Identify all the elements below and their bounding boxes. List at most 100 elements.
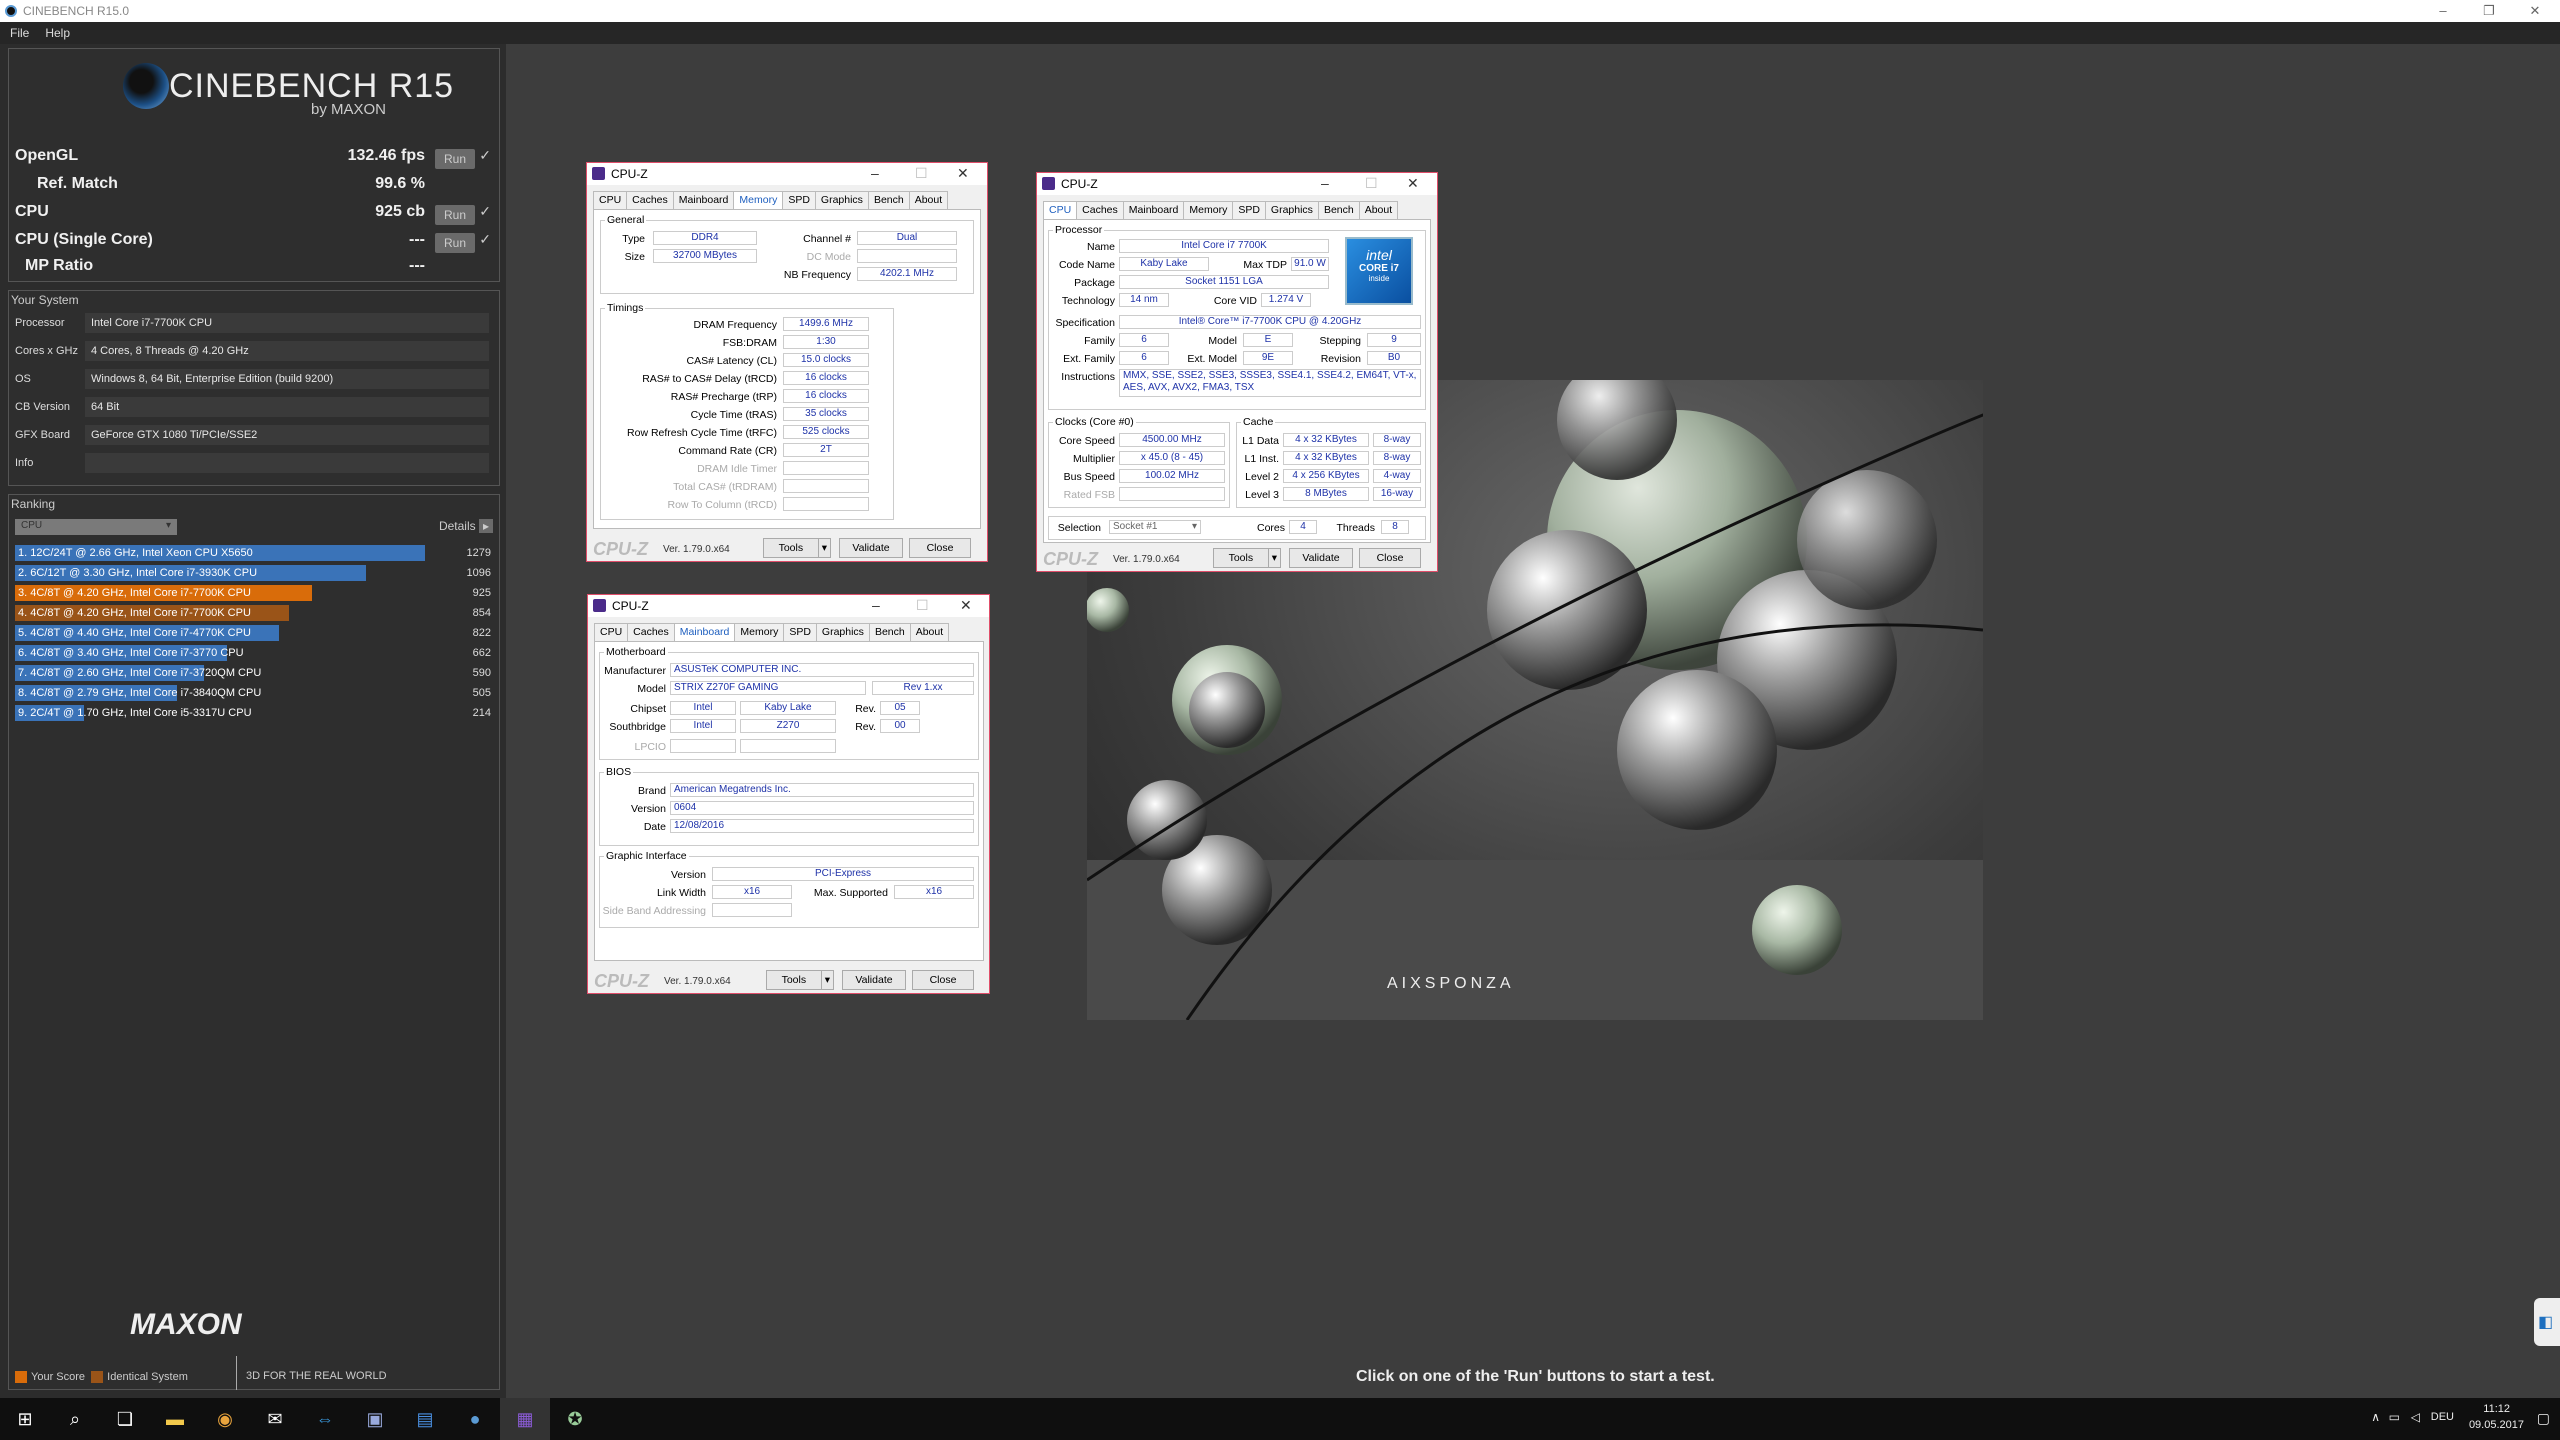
expand-icon[interactable]: ▸ <box>478 519 493 533</box>
minimize-button[interactable]: – <box>871 165 879 181</box>
minimize-button[interactable]: – <box>1321 175 1329 191</box>
tab-memory[interactable]: Memory <box>733 191 784 209</box>
close-window-button[interactable]: Close <box>1359 548 1421 568</box>
ranking-row[interactable]: 9. 2C/4T @ 1.70 GHz, Intel Core i5-3317U… <box>15 705 495 721</box>
close-window-button[interactable]: Close <box>912 970 974 990</box>
ranking-row[interactable]: 1. 12C/24T @ 2.66 GHz, Intel Xeon CPU X5… <box>15 545 495 561</box>
close-button[interactable]: ✕ <box>957 165 969 182</box>
legend-your-score: Your Score <box>31 1370 86 1383</box>
close-button[interactable]: ✕ <box>1407 175 1419 192</box>
tab-bench[interactable]: Bench <box>868 623 911 641</box>
cpuz-taskbar-icon[interactable]: ▦ <box>500 1398 550 1440</box>
tools-button[interactable]: Tools ▾ <box>766 970 834 990</box>
checkmark-icon[interactable]: ✓ <box>479 147 491 164</box>
tab-memory[interactable]: Memory <box>734 623 785 641</box>
socket-select[interactable]: Socket #1 ▾ <box>1109 520 1201 534</box>
tab-bench[interactable]: Bench <box>1317 201 1360 219</box>
ranking-row[interactable]: 7. 4C/8T @ 2.60 GHz, Intel Core i7-3720Q… <box>15 665 495 681</box>
validate-button[interactable]: Validate <box>839 538 903 558</box>
tab-graphics[interactable]: Graphics <box>815 623 870 641</box>
tab-mainboard[interactable]: Mainboard <box>673 623 736 641</box>
manufacturer-value: ASUSTeK COMPUTER INC. <box>670 663 974 677</box>
system-value: GeForce GTX 1080 Ti/PCIe/SSE2 <box>85 425 489 445</box>
tab-cpu[interactable]: CPU <box>1043 201 1078 219</box>
cpu-single-run-button[interactable]: Run <box>435 233 475 253</box>
close-button[interactable]: ✕ <box>2512 0 2558 22</box>
family-label: Family <box>1084 335 1115 347</box>
tab-cpu[interactable]: CPU <box>594 623 629 641</box>
checkmark-icon[interactable]: ✓ <box>479 231 491 248</box>
cpuz-mainboard-window: CPU-Z – ☐ ✕ CPU Caches Mainboard Memory SPD Gra… <box>587 594 990 994</box>
cinebench-taskbar-icon[interactable]: ● <box>450 1398 500 1440</box>
minimize-button[interactable]: – <box>2420 0 2466 22</box>
search-icon[interactable]: ⌕ <box>50 1398 100 1440</box>
tab-about[interactable]: About <box>909 623 950 641</box>
maximize-button[interactable]: ☐ <box>916 597 929 614</box>
tab-graphics[interactable]: Graphics <box>1264 201 1319 219</box>
tab-mainboard[interactable]: Mainboard <box>1122 201 1185 219</box>
gpu-tool-icon[interactable]: ▣ <box>350 1398 400 1440</box>
tray-chevron-up-icon[interactable]: ∧ <box>2371 1410 2380 1424</box>
teamviewer-icon[interactable]: ⇔ <box>300 1398 350 1440</box>
tab-caches[interactable]: Caches <box>1076 201 1124 219</box>
tab-bench[interactable]: Bench <box>867 191 910 209</box>
tab-cpu[interactable]: CPU <box>593 191 628 209</box>
ranking-row[interactable]: 8. 4C/8T @ 2.79 GHz, Intel Core i7-3840Q… <box>15 685 495 701</box>
close-button[interactable]: ✕ <box>960 597 972 614</box>
mail-icon[interactable]: ✉ <box>250 1398 300 1440</box>
document-icon[interactable]: ▤ <box>400 1398 450 1440</box>
tab-mainboard[interactable]: Mainboard <box>672 191 735 209</box>
timing-value: 2T <box>783 443 869 457</box>
network-icon[interactable]: ▭ <box>2389 1410 2400 1424</box>
tab-about[interactable]: About <box>908 191 949 209</box>
tools-button[interactable]: Tools ▾ <box>763 538 831 558</box>
benchmark-tool-icon[interactable]: ✪ <box>550 1398 600 1440</box>
ranking-row[interactable]: 2. 6C/12T @ 3.30 GHz, Intel Core i7-3930… <box>15 565 495 581</box>
details-toggle[interactable]: Details ▸ <box>439 519 493 533</box>
tab-memory[interactable]: Memory <box>1183 201 1234 219</box>
rev-label: Rev. <box>855 703 876 715</box>
ranking-row[interactable]: 5. 4C/8T @ 4.40 GHz, Intel Core i7-4770K… <box>15 625 495 641</box>
checkmark-icon[interactable]: ✓ <box>479 203 491 220</box>
tab-spd[interactable]: SPD <box>783 623 817 641</box>
lpcio-vendor <box>670 739 736 753</box>
tab-caches[interactable]: Caches <box>627 623 675 641</box>
tab-about[interactable]: About <box>1358 201 1399 219</box>
cpu-single-value: --- <box>409 231 425 248</box>
tab-graphics[interactable]: Graphics <box>814 191 869 209</box>
threads-label: Threads <box>1336 522 1375 534</box>
ext-family-label: Ext. Family <box>1063 353 1115 365</box>
multiplier-label: Multiplier <box>1072 453 1115 465</box>
info-field[interactable] <box>85 453 489 473</box>
side-assistant-widget[interactable]: ◧ <box>2534 1298 2560 1346</box>
tab-spd[interactable]: SPD <box>1232 201 1266 219</box>
file-explorer-icon[interactable]: ▬ <box>150 1398 200 1440</box>
ranking-row[interactable]: 3. 4C/8T @ 4.20 GHz, Intel Core i7-7700K… <box>15 585 495 601</box>
clock-date[interactable]: 09.05.2017 <box>2469 1419 2524 1431</box>
close-window-button[interactable]: Close <box>909 538 971 558</box>
notification-icon[interactable]: ▢ <box>2537 1410 2550 1427</box>
ranking-row[interactable]: 4. 4C/8T @ 4.20 GHz, Intel Core i7-7700K… <box>15 605 495 621</box>
maximize-button[interactable]: ☐ <box>1365 175 1378 192</box>
clock-time[interactable]: 11:12 <box>2483 1403 2510 1415</box>
menu-file[interactable]: File <box>10 26 29 40</box>
ranking-dropdown[interactable]: CPU ▾ <box>15 519 177 535</box>
task-view-icon[interactable]: ❏ <box>100 1398 150 1440</box>
cpu-run-button[interactable]: Run <box>435 205 475 225</box>
validate-button[interactable]: Validate <box>842 970 906 990</box>
validate-button[interactable]: Validate <box>1289 548 1353 568</box>
maximize-button[interactable]: ❐ <box>2466 0 2512 22</box>
ranking-row[interactable]: 6. 4C/8T @ 3.40 GHz, Intel Core i7-3770 … <box>15 645 495 661</box>
system-key: CB Version <box>15 401 71 413</box>
volume-icon[interactable]: ◁ <box>2411 1410 2420 1424</box>
tab-caches[interactable]: Caches <box>626 191 674 209</box>
tools-button[interactable]: Tools ▾ <box>1213 548 1281 568</box>
windows-start-icon[interactable]: ⊞ <box>0 1398 50 1440</box>
tab-spd[interactable]: SPD <box>782 191 816 209</box>
input-language[interactable]: DEU <box>2431 1411 2454 1423</box>
menu-help[interactable]: Help <box>45 26 70 40</box>
minimize-button[interactable]: – <box>872 597 880 613</box>
chrome-icon[interactable]: ◉ <box>200 1398 250 1440</box>
opengl-run-button[interactable]: Run <box>435 149 475 169</box>
maximize-button[interactable]: ☐ <box>915 165 928 182</box>
